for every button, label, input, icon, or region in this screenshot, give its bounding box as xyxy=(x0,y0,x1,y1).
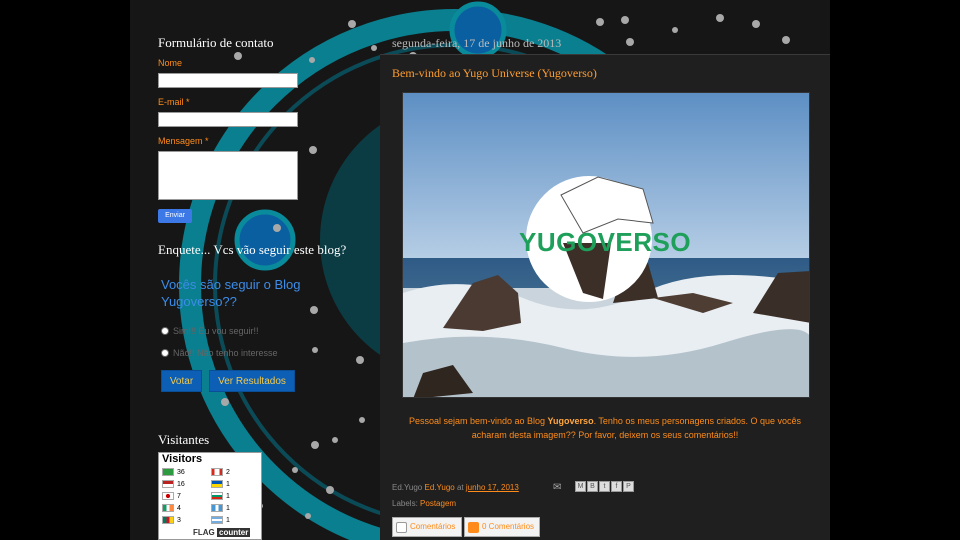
post-timestamp-link[interactable]: junho 17, 2013 xyxy=(466,483,519,492)
poll-option1-label: Sim!!! Eu vou seguir!! xyxy=(173,326,259,336)
label-link[interactable]: Postagem xyxy=(420,499,456,508)
bulgaria-flag-icon xyxy=(211,492,223,500)
guatemala-flag-icon xyxy=(211,504,223,512)
post-panel: Bem-vindo ao Yugo Universe (Yugoverso) Y… xyxy=(380,54,830,540)
send-button[interactable]: Enviar xyxy=(158,209,192,223)
poll-question: Vocês são seguir o Blog Yugoverso?? xyxy=(161,276,300,310)
poll-option2-radio[interactable] xyxy=(161,349,169,357)
visitors-widget-title: Visitors xyxy=(162,453,203,465)
visitor-row: 36 xyxy=(162,468,185,476)
flag-counter-logo: FLAG counter xyxy=(193,528,251,537)
poll-question-line2: Yugoverso?? xyxy=(161,294,237,309)
visitor-row: 1 xyxy=(211,516,230,524)
visitor-row: 4 xyxy=(162,504,181,512)
contact-form-title: Formulário de contato xyxy=(158,35,274,50)
blog-name-bold: Yugoverso xyxy=(547,416,594,426)
email-label: E-mail * xyxy=(158,97,190,107)
canada-flag-icon xyxy=(211,468,223,476)
usa-flag-icon xyxy=(162,480,174,488)
post-meta: Ed.Yugo Ed.Yugo at junho 17, 2013 xyxy=(392,483,519,492)
email-input[interactable] xyxy=(158,112,298,127)
pinterest-share-icon[interactable]: P xyxy=(623,481,634,492)
visitor-row: 16 xyxy=(162,480,185,488)
flag-counter-widget[interactable]: Visitors 36 16 7 4 3 2 1 1 1 1 FLAG coun… xyxy=(158,452,262,540)
view-results-button[interactable]: Ver Resultados xyxy=(209,370,295,392)
yugoverso-logo: YUGOVERSO xyxy=(519,227,692,257)
post-title[interactable]: Bem-vindo ao Yugo Universe (Yugoverso) xyxy=(392,66,597,81)
cameroon-flag-icon xyxy=(162,516,174,524)
name-label: Nome xyxy=(158,58,183,68)
japan-flag-icon xyxy=(162,492,174,500)
visitor-row: 1 xyxy=(211,504,230,512)
blog-page: Formulário de contato Nome E-mail * Mens… xyxy=(130,0,830,540)
visitor-row: 7 xyxy=(162,492,181,500)
post-date: segunda-feira, 17 de junho de 2013 xyxy=(392,36,562,50)
author-link[interactable]: Ed.Yugo xyxy=(424,483,454,492)
visitor-row: 1 xyxy=(211,492,230,500)
comments-count-button[interactable]: 0 Comentários xyxy=(464,517,540,537)
name-input[interactable] xyxy=(158,73,298,88)
message-textarea[interactable] xyxy=(158,151,298,200)
facebook-share-icon[interactable]: f xyxy=(611,481,622,492)
blogger-icon xyxy=(468,521,479,533)
brazil-flag-icon xyxy=(162,468,174,476)
visitors-title: Visitantes xyxy=(158,432,210,447)
post-image[interactable]: YUGOVERSO xyxy=(402,92,810,398)
poll-question-line1: Vocês são seguir o Blog xyxy=(161,277,301,292)
poll-option2-label: Não!! Não tenho interesse xyxy=(173,348,278,358)
twitter-share-icon[interactable]: t xyxy=(599,481,610,492)
visitor-row: 2 xyxy=(211,468,230,476)
ukraine-flag-icon xyxy=(211,480,223,488)
message-label: Mensagem * xyxy=(158,136,209,146)
blogthis-icon[interactable]: B xyxy=(587,481,598,492)
email-post-icon[interactable]: ✉ xyxy=(553,482,561,493)
post-body: Pessoal sejam bem-vindo ao Blog Yugovers… xyxy=(408,416,802,440)
post-labels: Labels: Postagem xyxy=(392,499,457,508)
comment-icon xyxy=(396,521,407,533)
comments-button[interactable]: Comentários xyxy=(392,517,462,537)
poll-option1-radio[interactable] xyxy=(161,327,169,335)
visitor-row: 3 xyxy=(162,516,181,524)
share-icons: M B t f P xyxy=(575,481,634,492)
visitor-row: 1 xyxy=(211,480,230,488)
poll-title: Enquete... Vcs vão seguir este blog? xyxy=(158,242,347,257)
vote-button[interactable]: Votar xyxy=(161,370,202,392)
ireland-flag-icon xyxy=(162,504,174,512)
email-share-icon[interactable]: M xyxy=(575,481,586,492)
argentina-flag-icon xyxy=(211,516,223,524)
